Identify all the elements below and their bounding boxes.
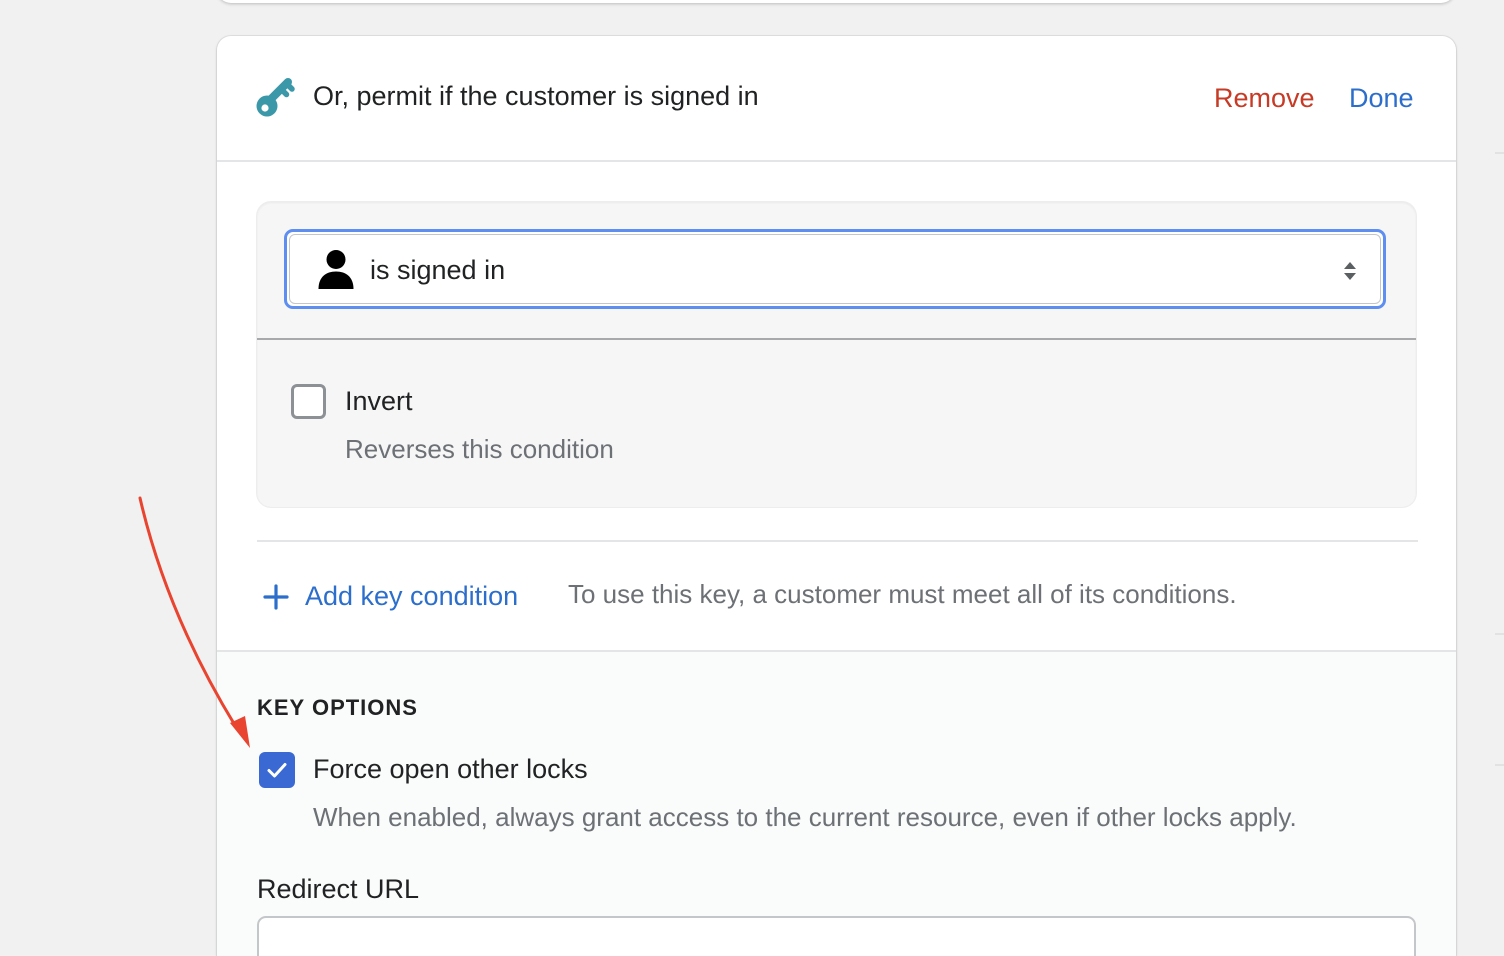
condition-select[interactable]: is signed in <box>284 229 1386 309</box>
force-open-checkbox[interactable] <box>259 752 295 788</box>
condition-select-inner: is signed in <box>289 234 1381 304</box>
invert-label[interactable]: Invert <box>345 385 413 417</box>
redirect-url-input[interactable] <box>257 916 1416 956</box>
remove-button[interactable]: Remove <box>1214 82 1315 114</box>
key-card: Or, permit if the customer is signed in … <box>217 36 1456 956</box>
checkmark-icon <box>267 763 287 778</box>
panel-edge-divider <box>1495 152 1504 154</box>
force-open-label[interactable]: Force open other locks <box>313 753 588 785</box>
key-condition: is signed in Invert Reverses this condit… <box>257 202 1416 507</box>
person-icon <box>317 249 355 291</box>
panel-edge-divider <box>1495 764 1504 766</box>
previous-card <box>217 0 1455 3</box>
key-options-section: KEY OPTIONS Force open other locks When … <box>217 650 1456 956</box>
force-open-help-text: When enabled, always grant access to the… <box>313 802 1297 832</box>
add-key-condition-label[interactable]: Add key condition <box>305 580 518 612</box>
condition-select-value: is signed in <box>370 255 506 285</box>
redirect-url-label: Redirect URL <box>257 874 420 904</box>
invert-help-text: Reverses this condition <box>345 434 614 464</box>
plus-icon <box>263 584 289 610</box>
panel-edge-divider <box>1495 633 1504 635</box>
condition-select-area: is signed in <box>257 202 1416 340</box>
add-key-condition-help: To use this key, a customer must meet al… <box>568 579 1237 609</box>
select-arrows-icon <box>1343 261 1357 281</box>
section-divider <box>257 540 1418 542</box>
done-button[interactable]: Done <box>1349 82 1414 114</box>
invert-checkbox[interactable] <box>291 384 326 419</box>
key-icon <box>255 74 299 118</box>
key-card-header: Or, permit if the customer is signed in … <box>217 36 1456 162</box>
key-card-title: Or, permit if the customer is signed in <box>313 81 759 111</box>
adjacent-panel-edge <box>1495 0 1504 928</box>
key-options-heading: KEY OPTIONS <box>257 695 418 720</box>
